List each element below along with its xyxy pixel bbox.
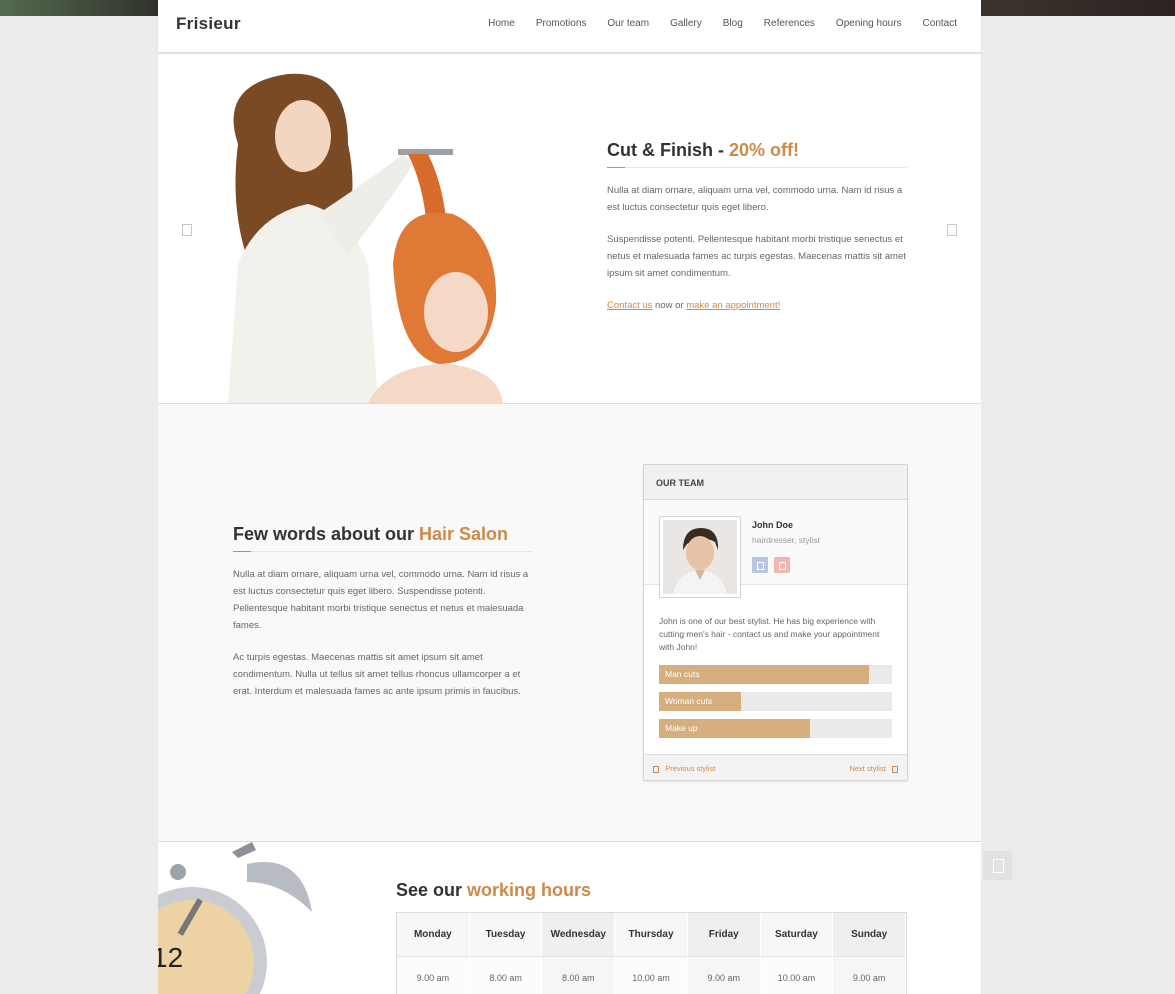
nav-blog[interactable]: Blog [723,18,743,29]
time-cell: 10.00 am [760,957,833,994]
hours-section: 12 See our working hours Monday 9.00 am T… [158,842,981,994]
hero-title-accent: 20% off! [728,140,799,160]
chevron-left-icon [653,765,659,773]
time-cell: 9.00 am [687,957,760,994]
day-header: Wednesday [542,913,615,957]
hours-title-accent: working hours [467,880,592,900]
time-cell: 8.00 am [469,957,542,994]
previous-stylist-label: Previous stylist [665,764,716,773]
nav-contact[interactable]: Contact [923,18,957,29]
svg-text:12: 12 [158,942,183,973]
time-cell: 10.00 am [615,957,687,994]
main-nav: Home Promotions Our team Gallery Blog Re… [488,18,957,29]
nav-gallery[interactable]: Gallery [670,18,702,29]
hours-column: Monday 9.00 am [397,913,470,994]
make-appointment-link[interactable]: make an appointment! [686,300,780,311]
hours-column: Saturday 10.00 am [760,913,834,994]
about-paragraph: Nulla at diam ornare, aliquam urna vel, … [233,569,529,631]
nav-references[interactable]: References [764,18,815,29]
hero-paragraph: Nulla at diam ornare, aliquam urna vel, … [607,185,903,213]
skill-label: Woman cuts [665,696,713,706]
next-stylist-link[interactable]: Next stylist [849,764,898,773]
team-card-footer: Previous stylist Next stylist [644,754,907,780]
hero-caption: Cut & Finish - 20% off! Nulla at diam or… [607,140,907,329]
day-header: Thursday [615,913,687,957]
day-header: Friday [687,913,760,957]
cta-text: now or [652,300,687,311]
member-role: hairdresser, stylist [752,535,821,545]
hours-column: Wednesday 8.00 am [542,913,616,994]
hours-column: Sunday 9.00 am [833,913,907,994]
hours-column: Tuesday 8.00 am [469,913,543,994]
day-header: Tuesday [469,913,542,957]
alarm-clock-image: 12 [158,842,312,994]
hours-column: Friday 9.00 am [687,913,761,994]
time-cell: 8.00 am [542,957,615,994]
day-header: Saturday [760,913,833,957]
nav-opening-hours[interactable]: Opening hours [836,18,902,29]
hero-slider: Cut & Finish - 20% off! Nulla at diam or… [158,54,981,404]
time-cell: 9.00 am [833,957,906,994]
day-header: Monday [397,913,469,957]
next-stylist-label: Next stylist [849,764,886,773]
hero-title-main: Cut & Finish - [607,140,729,160]
skill-bar: Man cuts [659,665,892,684]
about-title: Few words about our Hair Salon [233,524,533,545]
member-name: John Doe [752,520,794,530]
hours-column: Thursday 10.00 am [615,913,688,994]
skill-bar: Make up [659,719,892,738]
team-card-title: OUR TEAM [656,478,704,488]
nav-promotions[interactable]: Promotions [536,18,587,29]
hero-hairdresser-image [228,73,503,403]
about-paragraph: Ac turpis egestas. Maecenas mattis sit a… [233,652,521,697]
about-section: Few words about our Hair Salon Nulla at … [158,404,981,842]
hero-paragraph: Suspendisse potenti. Pellentesque habita… [607,234,906,279]
about-title-accent: Hair Salon [419,524,509,544]
time-cell: 9.00 am [397,957,469,994]
title-divider [607,167,907,168]
about-title-main: Few words about our [233,524,420,544]
nav-home[interactable]: Home [488,18,515,29]
page-container: Frisieur Home Promotions Our team Galler… [158,0,981,994]
hours-title: See our working hours [396,880,591,901]
about-text: Few words about our Hair Salon Nulla at … [233,524,533,715]
google-plus-icon[interactable] [774,557,790,573]
prev-arrow-icon[interactable] [182,224,192,236]
title-divider [233,551,533,552]
hours-table: Monday 9.00 am Tuesday 8.00 am Wednesday 8.… [396,912,907,994]
site-header: Frisieur Home Promotions Our team Galler… [158,0,981,54]
day-header: Sunday [833,913,906,957]
skill-label: Man cuts [665,669,700,679]
hours-title-main: See our [396,880,468,900]
chevron-right-icon [892,765,898,773]
site-logo[interactable]: Frisieur [176,14,241,34]
member-bio: John is one of our best stylist. He has … [659,616,880,652]
skill-bar: Woman cuts [659,692,892,711]
skill-label: Make up [665,723,698,733]
nav-our-team[interactable]: Our team [607,18,649,29]
contact-us-link[interactable]: Contact us [607,300,652,311]
team-card: OUR TEAM John Doe hairdresser, stylist J… [643,464,908,781]
avatar [659,516,741,598]
facebook-icon[interactable] [752,557,768,573]
next-arrow-icon[interactable] [947,224,957,236]
hero-title: Cut & Finish - 20% off! [607,140,907,161]
hero-cta: Contact us now or make an appointment! [607,297,907,314]
scroll-top-icon[interactable] [983,851,1012,880]
previous-stylist-link[interactable]: Previous stylist [653,764,715,773]
